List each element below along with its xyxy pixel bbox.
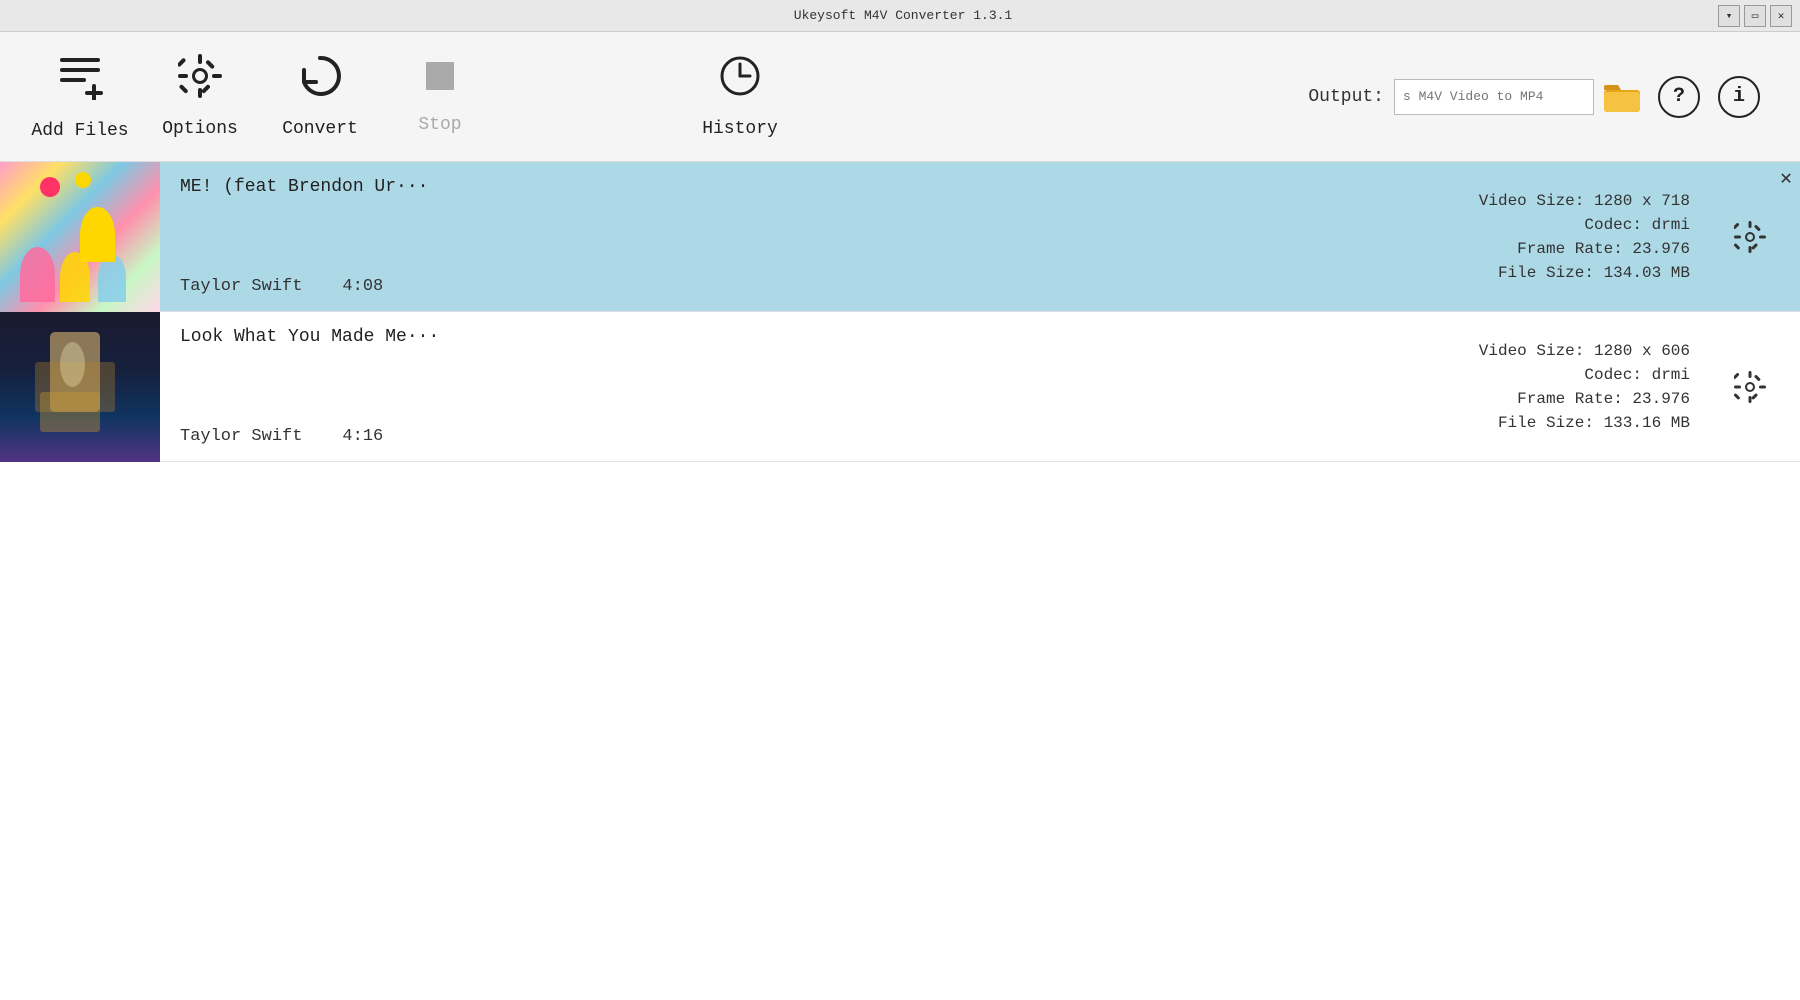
file-duration-1: 4:08 bbox=[342, 277, 383, 296]
codec-label-1: Codec: bbox=[1584, 216, 1651, 234]
thumbnail-1 bbox=[0, 162, 160, 312]
file-size-label-2: File Size: bbox=[1498, 414, 1604, 432]
file-meta-1: Video Size: 1280 x 718 Codec: drmi Frame… bbox=[1420, 192, 1720, 282]
file-artist-1: Taylor Swift bbox=[180, 277, 302, 296]
options-icon bbox=[178, 54, 222, 111]
settings-button-2[interactable] bbox=[1720, 371, 1780, 403]
folder-button[interactable] bbox=[1604, 79, 1640, 115]
history-icon bbox=[718, 54, 762, 111]
file-item[interactable]: ME! (feat Brendon Ur··· Taylor Swift 4:0… bbox=[0, 162, 1800, 312]
info-button[interactable]: i bbox=[1718, 76, 1760, 118]
frame-rate-value-1: 23.976 bbox=[1632, 240, 1690, 258]
history-button[interactable]: History bbox=[680, 32, 800, 161]
file-info-2: Look What You Made Me··· Taylor Swift 4:… bbox=[160, 312, 1420, 461]
file-duration-2: 4:16 bbox=[342, 427, 383, 446]
title-bar: Ukeysoft M4V Converter 1.3.1 ▾ ▭ ✕ bbox=[0, 0, 1800, 32]
file-size-value-2: 133.16 MB bbox=[1604, 414, 1690, 432]
video-size-value-2: 1280 x 606 bbox=[1594, 342, 1690, 360]
restore-button[interactable]: ▭ bbox=[1744, 5, 1766, 27]
close-button-1[interactable]: ✕ bbox=[1780, 170, 1792, 190]
main-layout: Add Files Options bbox=[0, 32, 1800, 1000]
output-label: Output: bbox=[1308, 87, 1384, 107]
file-size-row-2: File Size: 133.16 MB bbox=[1420, 414, 1690, 432]
frame-rate-label-2: Frame Rate: bbox=[1517, 390, 1632, 408]
video-size-label-2: Video Size: bbox=[1479, 342, 1594, 360]
stop-button[interactable]: Stop bbox=[380, 32, 500, 161]
close-button[interactable]: ✕ bbox=[1770, 5, 1792, 27]
file-meta-2: Video Size: 1280 x 606 Codec: drmi Frame… bbox=[1420, 342, 1720, 432]
convert-label: Convert bbox=[282, 119, 358, 139]
add-files-button[interactable]: Add Files bbox=[20, 32, 140, 161]
convert-icon bbox=[298, 54, 342, 111]
minimize-button[interactable]: ▾ bbox=[1718, 5, 1740, 27]
file-title-2: Look What You Made Me··· bbox=[180, 327, 1400, 347]
output-area: Output: ? i bbox=[1308, 76, 1760, 118]
add-files-icon bbox=[56, 52, 104, 113]
output-input[interactable] bbox=[1394, 79, 1594, 115]
frame-rate-value-2: 23.976 bbox=[1632, 390, 1690, 408]
history-label: History bbox=[702, 119, 778, 139]
file-artist-duration-2: Taylor Swift 4:16 bbox=[180, 427, 1400, 446]
video-size-label-1: Video Size: bbox=[1479, 192, 1594, 210]
thumbnail-2 bbox=[0, 312, 160, 462]
window-title: Ukeysoft M4V Converter 1.3.1 bbox=[88, 8, 1718, 23]
stop-icon bbox=[422, 58, 458, 107]
convert-button[interactable]: Convert bbox=[260, 32, 380, 161]
toolbar: Add Files Options bbox=[0, 32, 1800, 162]
file-size-label-1: File Size: bbox=[1498, 264, 1604, 282]
video-size-row-1: Video Size: 1280 x 718 bbox=[1420, 192, 1690, 210]
codec-label-2: Codec: bbox=[1584, 366, 1651, 384]
file-size-row-1: File Size: 134.03 MB bbox=[1420, 264, 1690, 282]
codec-value-1: drmi bbox=[1652, 216, 1690, 234]
codec-row-2: Codec: drmi bbox=[1420, 366, 1690, 384]
file-size-value-1: 134.03 MB bbox=[1604, 264, 1690, 282]
frame-rate-row-2: Frame Rate: 23.976 bbox=[1420, 390, 1690, 408]
content-area: ME! (feat Brendon Ur··· Taylor Swift 4:0… bbox=[0, 162, 1800, 1000]
frame-rate-row-1: Frame Rate: 23.976 bbox=[1420, 240, 1690, 258]
file-info-1: ME! (feat Brendon Ur··· Taylor Swift 4:0… bbox=[160, 162, 1420, 311]
file-artist-2: Taylor Swift bbox=[180, 427, 302, 446]
options-button[interactable]: Options bbox=[140, 32, 260, 161]
codec-value-2: drmi bbox=[1652, 366, 1690, 384]
help-button[interactable]: ? bbox=[1658, 76, 1700, 118]
file-artist-duration-1: Taylor Swift 4:08 bbox=[180, 277, 1400, 296]
file-title-1: ME! (feat Brendon Ur··· bbox=[180, 177, 1400, 197]
video-size-row-2: Video Size: 1280 x 606 bbox=[1420, 342, 1690, 360]
file-item[interactable]: Look What You Made Me··· Taylor Swift 4:… bbox=[0, 312, 1800, 462]
settings-button-1[interactable] bbox=[1720, 221, 1780, 253]
options-label: Options bbox=[162, 119, 238, 139]
frame-rate-label-1: Frame Rate: bbox=[1517, 240, 1632, 258]
video-size-value-1: 1280 x 718 bbox=[1594, 192, 1690, 210]
codec-row-1: Codec: drmi bbox=[1420, 216, 1690, 234]
info-icon: i bbox=[1733, 85, 1745, 108]
add-files-label: Add Files bbox=[31, 121, 128, 141]
window-controls[interactable]: ▾ ▭ ✕ bbox=[1718, 5, 1792, 27]
help-icon: ? bbox=[1673, 85, 1685, 108]
stop-label: Stop bbox=[418, 115, 461, 135]
